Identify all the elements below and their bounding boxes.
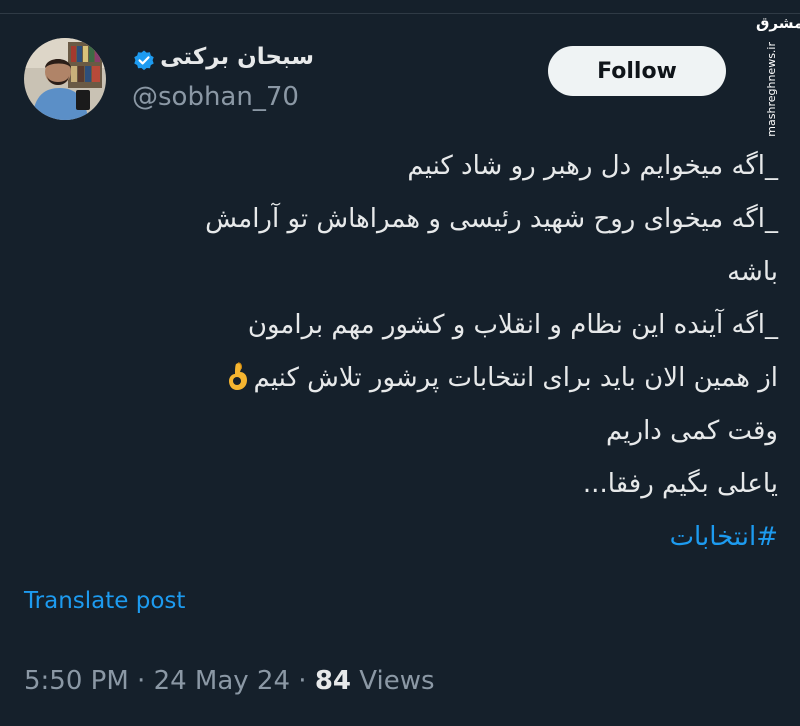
display-name[interactable]: سبحان برکتی — [160, 44, 314, 70]
meta-separator: · — [137, 666, 146, 696]
tweet-line-with-emoji: از همین الان باید برای انتخابات پرشور تل… — [24, 352, 778, 405]
user-handle[interactable]: @sobhan_70 — [132, 82, 299, 112]
tweet-line: باشه — [727, 257, 778, 287]
tweet-text: _اگه میخوایم دل رهبر رو شاد کنیم _اگه می… — [24, 140, 778, 564]
verified-badge-icon — [134, 50, 154, 71]
tweet-line: _اگه میخوای روح شهید رئیسی و همراهاش تو … — [205, 204, 778, 234]
tweet-meta: 5:50 PM · 24 May 24 · 84 Views — [24, 666, 435, 696]
tweet-line: یاعلی بگیم رفقا... — [582, 469, 778, 499]
tweet-line: _اگه آینده این نظام و انقلاب و کشور مهم … — [247, 310, 778, 340]
translate-post-link[interactable]: Translate post — [24, 588, 185, 614]
tweet-line-text: از همین الان باید برای انتخابات پرشور تل… — [253, 363, 778, 393]
views-label: Views — [359, 666, 435, 696]
meta-separator: · — [298, 666, 307, 696]
views-count: 84 — [314, 666, 351, 696]
tweet-line: وقت کمی داریم — [605, 416, 778, 446]
divider — [0, 13, 800, 14]
tweet-date[interactable]: 24 May 24 — [154, 666, 290, 696]
watermark-logo: مشرق — [756, 14, 800, 32]
ok-hand-emoji-icon — [228, 362, 247, 390]
tweet-line: _اگه میخوایم دل رهبر رو شاد کنیم — [407, 151, 778, 181]
hashtag-link[interactable]: #انتخابات — [24, 511, 778, 564]
follow-button[interactable]: Follow — [548, 46, 726, 96]
tweet-time[interactable]: 5:50 PM — [24, 666, 129, 696]
watermark-url: mashreghnews.ir — [765, 42, 778, 137]
tweet-page: سبحان برکتی @sobhan_70 Follow مشرق mashr… — [0, 0, 800, 726]
avatar[interactable] — [24, 38, 106, 120]
watermark: مشرق mashreghnews.ir — [754, 14, 800, 137]
